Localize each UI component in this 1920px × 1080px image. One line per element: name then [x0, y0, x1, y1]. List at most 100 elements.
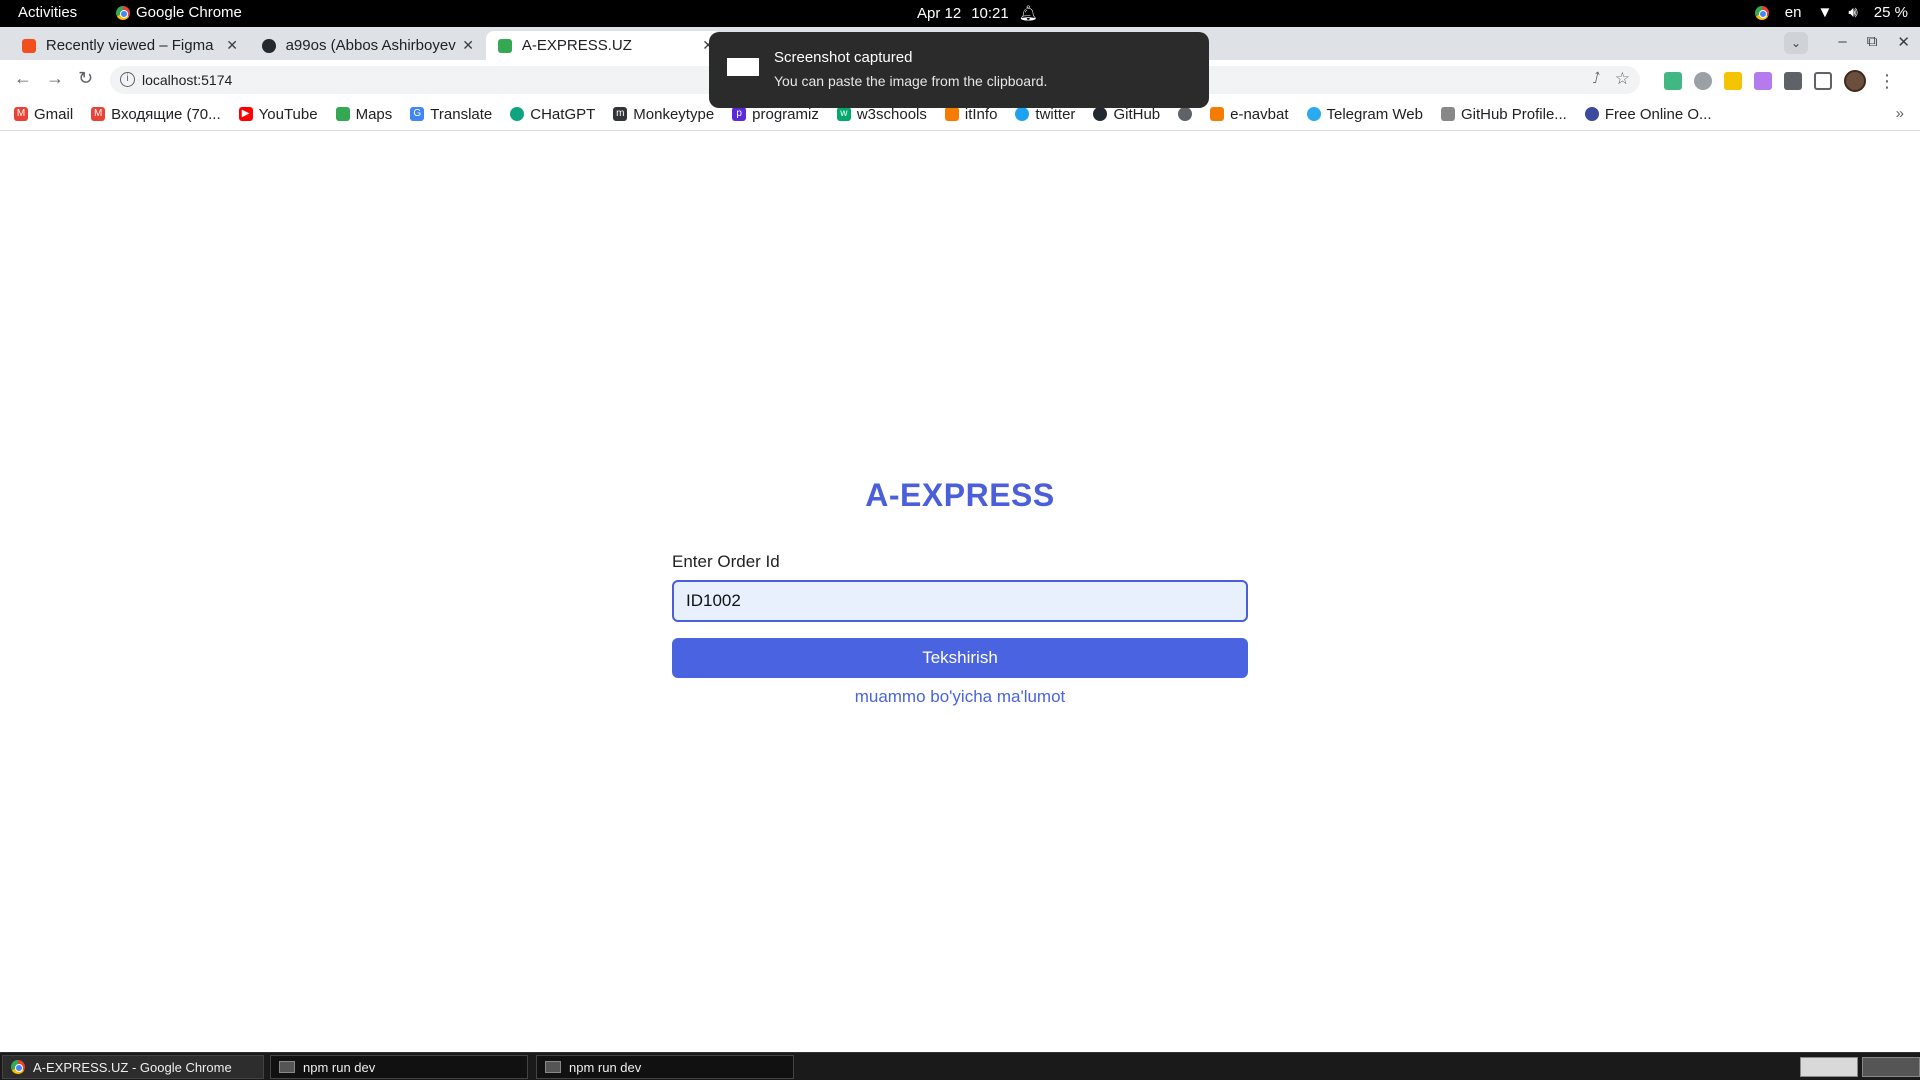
info-icon[interactable]: i: [120, 72, 135, 87]
puzzle-icon[interactable]: [1784, 72, 1802, 90]
tab-title: a99os (Abbos Ashirboyev: [285, 37, 456, 54]
monkeytype-icon: m: [613, 107, 628, 121]
bookmark-maps[interactable]: Maps: [335, 105, 393, 123]
bookmark-telegram[interactable]: Telegram Web: [1306, 106, 1423, 123]
pen-extension-icon[interactable]: [1754, 72, 1772, 90]
app-menu[interactable]: Google Chrome: [116, 4, 242, 21]
bookmark-monkeytype[interactable]: m Monkeytype: [613, 106, 714, 123]
activities-button[interactable]: Activities: [18, 4, 77, 21]
order-id-label: Enter Order Id: [672, 552, 780, 571]
clock[interactable]: Apr 12 10:21 🔔︎: [917, 4, 1038, 23]
notification-title: Screenshot captured: [774, 49, 913, 66]
vue-devtools-icon[interactable]: [1664, 72, 1682, 90]
restore-icon[interactable]: ⧉: [1867, 33, 1878, 51]
close-window-icon[interactable]: ✕: [1897, 33, 1910, 51]
tab-figma[interactable]: Recently viewed – Figma ✕: [10, 31, 246, 60]
extensions-area: ⋮: [1664, 70, 1896, 92]
reload-icon[interactable]: ↻: [78, 68, 93, 89]
tab-a-express[interactable]: A-EXPRESS.UZ ✕: [486, 31, 722, 60]
bookmark-free-online[interactable]: Free Online O...: [1584, 106, 1712, 123]
chatgpt-icon: [510, 107, 525, 121]
translate-icon: G: [410, 107, 425, 121]
bookmark-label: e-navbat: [1230, 105, 1289, 123]
github-profile-icon: [1440, 107, 1455, 121]
screenshot-notification[interactable]: Screenshot captured You can paste the im…: [709, 32, 1209, 108]
bookmark-github[interactable]: GitHub: [1093, 106, 1160, 123]
bookmark-label: Gmail: [34, 105, 74, 123]
workspace-2[interactable]: [1862, 1057, 1920, 1077]
bookmark-itinfo[interactable]: itInfo: [944, 105, 998, 123]
more-bookmarks-icon[interactable]: »: [1896, 105, 1904, 122]
bookmark-github-profile[interactable]: GitHub Profile...: [1440, 105, 1567, 123]
bell-icon: 🔔︎: [1018, 5, 1038, 22]
bookmark-gmail[interactable]: M Gmail: [14, 106, 73, 123]
bookmark-label: itInfo: [964, 105, 998, 123]
page-content: A-EXPRESS Enter Order Id Tekshirish muam…: [0, 132, 1920, 1052]
bookmark-label: GitHub Profile...: [1460, 105, 1567, 123]
bookmark-label: Входящие (70...: [111, 105, 221, 123]
bookmark-label: CHatGPT: [530, 105, 596, 123]
date: Apr 12: [917, 4, 962, 22]
bookmark-translate[interactable]: G Translate: [410, 106, 492, 123]
bookmark-label: twitter: [1035, 105, 1076, 123]
notification-body: You can paste the image from the clipboa…: [774, 73, 1048, 89]
enavbat-icon: [1210, 107, 1225, 121]
menu-dots-icon[interactable]: ⋮: [1878, 71, 1896, 92]
screenshot-thumbnail: [727, 58, 759, 76]
globe-extension-icon[interactable]: [1694, 72, 1712, 90]
time: 10:21: [971, 4, 1009, 22]
app-name: Google Chrome: [136, 4, 242, 21]
bookmark-youtube[interactable]: ▶ YouTube: [238, 105, 318, 123]
minimize-icon[interactable]: –: [1838, 33, 1846, 51]
url-text[interactable]: localhost:5174: [142, 72, 232, 88]
terminal-icon: [545, 1061, 561, 1073]
a-express-favicon: [498, 38, 512, 53]
twitter-icon: [1015, 107, 1030, 121]
taskbar-chrome[interactable]: A-EXPRESS.UZ - Google Chrome: [2, 1055, 264, 1079]
itinfo-icon: [944, 107, 959, 121]
volume-icon: 🔊︎: [1848, 4, 1858, 21]
help-link[interactable]: muammo bo'yicha ma'lumot: [0, 687, 1920, 707]
workspace-1[interactable]: [1800, 1057, 1858, 1077]
w3schools-icon: w: [836, 107, 851, 121]
chrome-tray-icon[interactable]: [1754, 5, 1769, 20]
taskbar-terminal-1[interactable]: npm run dev: [270, 1055, 528, 1079]
terminal-icon: [279, 1061, 295, 1073]
bookmark-chatgpt[interactable]: CHatGPT: [510, 106, 595, 123]
system-tray[interactable]: en ▼ 🔊︎ 25 %: [1754, 4, 1908, 21]
taskbar: A-EXPRESS.UZ - Google Chrome npm run dev…: [0, 1052, 1920, 1080]
taskbar-terminal-2[interactable]: npm run dev: [536, 1055, 794, 1079]
bookmark-programiz[interactable]: p programiz: [732, 106, 819, 123]
bookmark-label: YouTube: [258, 105, 318, 123]
bookmark-label: Maps: [355, 105, 393, 123]
bookmark-label: programiz: [752, 105, 819, 123]
bookmark-inbox[interactable]: M Входящие (70...: [91, 105, 221, 123]
task-label: npm run dev: [303, 1059, 376, 1075]
window-controls: – ⧉ ✕: [1838, 33, 1910, 51]
bookmark-twitter[interactable]: twitter: [1015, 106, 1075, 123]
close-icon[interactable]: ✕: [226, 37, 238, 54]
side-panel-icon[interactable]: [1814, 72, 1832, 90]
back-icon[interactable]: ←: [14, 68, 32, 89]
profile-avatar[interactable]: [1844, 70, 1866, 92]
github-icon: [1093, 107, 1108, 121]
task-label: A-EXPRESS.UZ - Google Chrome: [33, 1059, 232, 1075]
bookmark-globe[interactable]: [1178, 107, 1193, 121]
brand-title: A-EXPRESS: [865, 477, 1055, 513]
js-extension-icon[interactable]: [1724, 72, 1742, 90]
tab-title: A-EXPRESS.UZ: [521, 37, 632, 54]
check-button[interactable]: Tekshirish: [672, 638, 1248, 678]
tab-search-button[interactable]: ⌄: [1784, 32, 1808, 54]
mail-icon: M: [91, 107, 106, 121]
tab-github[interactable]: a99os (Abbos Ashirboyev ✕: [250, 31, 482, 60]
bookmark-star-icon[interactable]: ☆: [1615, 69, 1630, 89]
battery-indicator: 25 %: [1873, 4, 1908, 21]
close-icon[interactable]: ✕: [462, 37, 474, 54]
share-icon[interactable]: ⭜: [1592, 69, 1600, 87]
order-id-input[interactable]: [672, 580, 1248, 622]
language-indicator[interactable]: en: [1785, 4, 1802, 21]
forward-icon[interactable]: →: [46, 68, 64, 89]
maps-icon: [335, 107, 350, 121]
bookmark-w3schools[interactable]: w w3schools: [836, 106, 927, 123]
bookmark-enavbat[interactable]: e-navbat: [1210, 105, 1289, 123]
